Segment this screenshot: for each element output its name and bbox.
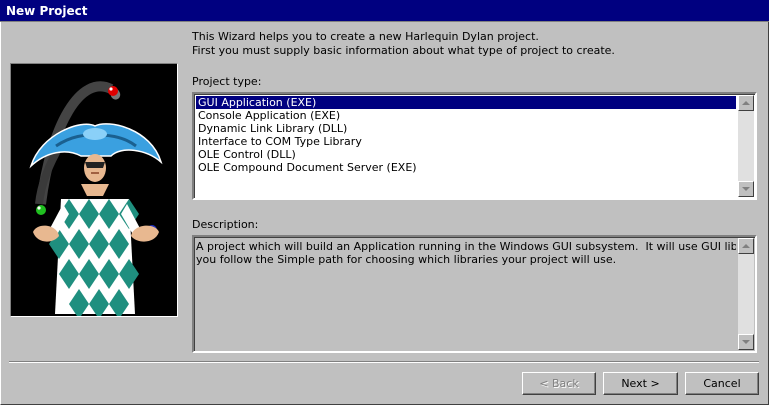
scroll-down-button[interactable] — [738, 334, 754, 350]
wizard-illustration — [10, 63, 178, 317]
next-button[interactable]: Next > — [603, 372, 678, 395]
scroll-down-button[interactable] — [738, 181, 754, 197]
list-item[interactable]: Dynamic Link Library (DLL) — [196, 122, 736, 135]
footer-separator — [9, 361, 759, 363]
back-button[interactable]: < Back — [522, 372, 596, 395]
list-item[interactable]: OLE Control (DLL) — [196, 148, 736, 161]
project-type-label: Project type: — [192, 75, 262, 88]
list-item[interactable]: OLE Compound Document Server (EXE) — [196, 161, 736, 174]
description-text: A project which will build an Applicatio… — [196, 240, 736, 266]
triangle-down-icon — [742, 340, 750, 344]
scroll-up-button[interactable] — [738, 238, 754, 254]
triangle-up-icon — [742, 101, 750, 105]
project-type-list[interactable]: GUI Application (EXE) Console Applicatio… — [192, 92, 757, 200]
description-box[interactable]: A project which will build an Applicatio… — [192, 235, 757, 353]
description-label: Description: — [192, 218, 259, 231]
scroll-up-button[interactable] — [738, 95, 754, 111]
list-item[interactable]: GUI Application (EXE) — [196, 96, 736, 109]
project-type-scrollbar[interactable] — [738, 95, 754, 197]
window-title: New Project — [6, 4, 88, 18]
list-item[interactable]: Interface to COM Type Library — [196, 135, 736, 148]
title-bar: New Project — [0, 0, 769, 22]
triangle-down-icon — [742, 187, 750, 191]
cancel-button[interactable]: Cancel — [685, 372, 759, 395]
triangle-up-icon — [742, 244, 750, 248]
intro-text: This Wizard helps you to create a new Ha… — [192, 30, 752, 58]
intro-line-2: First you must supply basic information … — [192, 44, 615, 57]
description-scrollbar[interactable] — [738, 238, 754, 350]
intro-line-1: This Wizard helps you to create a new Ha… — [192, 30, 539, 43]
list-item[interactable]: Console Application (EXE) — [196, 109, 736, 122]
